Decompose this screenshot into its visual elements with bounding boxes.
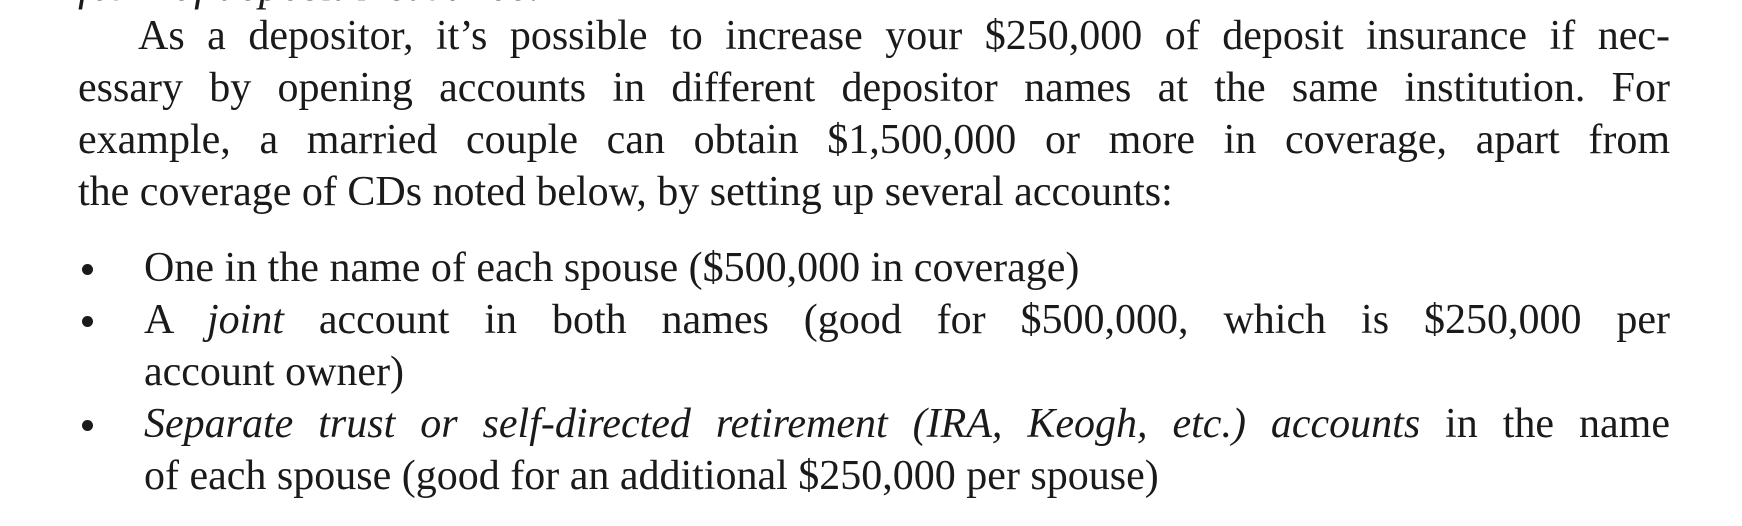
document-page: form of deposit insurance. As a deposito… xyxy=(0,0,1742,526)
bullet-icon xyxy=(82,420,93,431)
bullet-3-line-1: Separate trust or self-directed retireme… xyxy=(144,398,1670,450)
bullet-icon xyxy=(82,316,93,327)
paragraph-line-2: essary by opening accounts in different … xyxy=(78,65,1670,111)
bullet-3-italic: Separate trust or self-directed retireme… xyxy=(144,401,1421,447)
list-item: A joint account in both names (good for … xyxy=(78,294,1670,398)
paragraph-line-1: As a depositor, it’s possible to increas… xyxy=(138,13,1670,59)
bullet-2-pre: A xyxy=(144,297,207,343)
body-paragraph: As a depositor, it’s possible to increas… xyxy=(78,10,1670,218)
bullet-3-line-2: of each spouse (good for an additional $… xyxy=(144,453,1159,499)
list-item: Separate trust or self-directed retireme… xyxy=(78,398,1670,502)
bullet-list: One in the name of each spouse ($500,000… xyxy=(78,242,1670,502)
bullet-1-text: One in the name of each spouse ($500,000… xyxy=(144,245,1080,291)
bullet-2-italic: joint xyxy=(206,297,284,343)
bullet-icon xyxy=(82,264,93,275)
bullet-2-line-2: account owner) xyxy=(144,349,405,395)
bullet-2-line-1: A joint account in both names (good for … xyxy=(144,294,1670,346)
list-item: One in the name of each spouse ($500,000… xyxy=(78,242,1670,294)
clipped-previous-line: form of deposit insurance. xyxy=(78,0,540,8)
bullet-2-post: account in both names (good for $500,000… xyxy=(283,297,1670,343)
paragraph-line-4: the coverage of CDs noted below, by sett… xyxy=(78,169,1173,215)
paragraph-line-3: example, a married couple can obtain $1,… xyxy=(78,117,1670,163)
bullet-3-post: in the name xyxy=(1420,401,1670,447)
